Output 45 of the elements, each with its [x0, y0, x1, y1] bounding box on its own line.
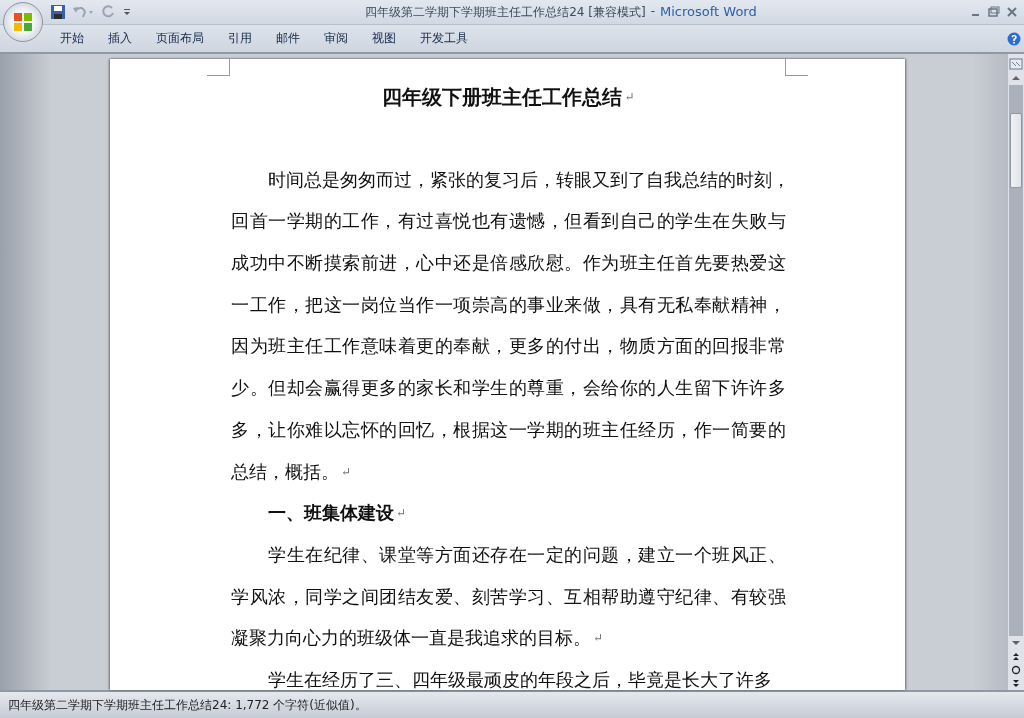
- title-separator: -: [650, 3, 656, 20]
- vertical-scrollbar[interactable]: [1008, 54, 1024, 690]
- ribbon-tab[interactable]: 插入: [98, 27, 142, 50]
- text-line: 一工作，把这一岗位当作一项崇高的事业来做，具有无私奉献精神，: [231, 293, 786, 317]
- close-icon[interactable]: [1006, 6, 1018, 18]
- text-line: 多，让你难以忘怀的回忆，根据这一学期的班主任经历，作一简要的: [231, 418, 786, 442]
- customize-caret-icon[interactable]: [122, 7, 132, 17]
- redo-icon[interactable]: [100, 4, 116, 20]
- text-line: 学生在经历了三、四年级最顽皮的年段之后，毕竟是长大了许多: [268, 668, 772, 692]
- ribbon-tab[interactable]: 开发工具: [410, 27, 478, 50]
- crop-mark: [207, 59, 230, 76]
- text-line: 学生在纪律、课堂等方面还存在一定的问题，建立一个班风正、: [268, 543, 786, 567]
- text-line: 因为班主任工作意味着更的奉献，更多的付出，物质方面的回报非常: [231, 335, 786, 359]
- text-line: 少。但却会赢得更多的家长和学生的尊重，会给你的人生留下许许多: [231, 377, 786, 401]
- undo-icon[interactable]: [72, 4, 94, 20]
- browse-object-icon[interactable]: [1009, 664, 1023, 676]
- paragraph-mark: ↵: [396, 505, 407, 523]
- office-button[interactable]: [3, 2, 43, 42]
- restore-icon[interactable]: [988, 6, 1000, 18]
- section-heading: 一、班集体建设: [268, 502, 394, 526]
- ribbon-tab[interactable]: 开始: [50, 27, 94, 50]
- text-line: 总结，概括。: [231, 460, 339, 484]
- text-line: 回首一学期的工作，有过喜悦也有遗憾，但看到自己的学生在失败与: [231, 210, 786, 234]
- scroll-thumb[interactable]: [1010, 113, 1022, 188]
- text-line: 成功中不断摸索前进，心中还是倍感欣慰。作为班主任首先要热爱这: [231, 252, 786, 276]
- view-ruler-icon[interactable]: [1009, 57, 1023, 71]
- help-icon[interactable]: [1007, 31, 1021, 46]
- paragraph-mark: ↵: [341, 463, 352, 481]
- paragraph-mark: ↵: [624, 89, 635, 106]
- text-line: 凝聚力向心力的班级体一直是我追求的目标。: [231, 627, 591, 651]
- document-title: 四年级下册班主任工作总结: [382, 85, 623, 110]
- app-name: Microsoft Word: [660, 3, 757, 21]
- window-title: 四年级第二学期下学期班主任工作总结24 [兼容模式]: [365, 3, 646, 21]
- text-line: 时间总是匆匆而过，紧张的复习后，转眼又到了自我总结的时刻，: [268, 168, 790, 192]
- paragraph-mark: ↵: [593, 630, 604, 648]
- ribbon-tab[interactable]: 引用: [218, 27, 262, 50]
- ribbon-tab[interactable]: 审阅: [314, 27, 358, 50]
- status-text: 四年级第二学期下学期班主任工作总结24: 1,772 个字符(近似值)。: [8, 696, 367, 714]
- ribbon-tab[interactable]: 视图: [362, 27, 406, 50]
- crop-mark: [785, 59, 808, 76]
- ribbon-tab[interactable]: 邮件: [266, 27, 310, 50]
- text-line: 学风浓，同学之间团结友爱、刻苦学习、互相帮助遵守纪律、有较强: [231, 585, 786, 609]
- save-icon[interactable]: [50, 4, 66, 20]
- office-logo-icon: [12, 11, 34, 33]
- ribbon-tab[interactable]: 页面布局: [146, 27, 214, 50]
